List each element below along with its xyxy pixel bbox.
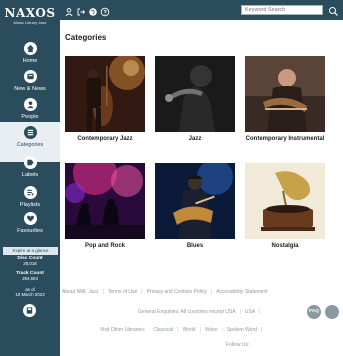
contact-icon[interactable] [325, 305, 339, 319]
disc-count-value: 28,018 [23, 261, 37, 266]
region-text: General Enquiries: All countries except … [138, 309, 236, 315]
accessibility-link[interactable]: Accessibility Statement [216, 289, 267, 295]
category-card-jazz[interactable]: Jazz [155, 56, 235, 143]
footer-region: General Enquiries: All countries except … [138, 309, 261, 315]
label-icon [23, 156, 37, 169]
naxos-logo[interactable]: NAXOS Music Library Jazz [3, 7, 57, 33]
footer-libraries: Visit Other Libraries: Classical | World | Vi… [100, 327, 263, 333]
help-icon[interactable] [100, 4, 110, 17]
category-card-nostalgia[interactable]: Nostalgia [245, 163, 325, 250]
category-name: Contemporary Jazz [77, 136, 133, 142]
logout-icon[interactable] [76, 4, 86, 16]
library-classical[interactable]: Classical [153, 327, 173, 333]
about-link[interactable]: About NML Jazz [62, 289, 99, 295]
jazz-image [155, 56, 235, 132]
nav-people-label: People [21, 114, 39, 120]
stats-date: as of 10 March 2023 [2, 287, 58, 297]
home-icon [23, 42, 37, 55]
category-card-contemporary-jazz[interactable]: Contemporary Jazz [65, 56, 145, 143]
nav-categories-label: Categories [16, 142, 44, 148]
track-count: Track Count 294,604 [2, 271, 58, 281]
category-name: Pop and Rock [84, 243, 125, 249]
nostalgia-image [245, 163, 325, 239]
category-card-contemporary-instrumental[interactable]: Contemporary Instrumental [245, 56, 325, 143]
category-name: Nostalgia [271, 243, 299, 249]
as-of-date: 10 March 2023 [15, 292, 45, 297]
terms-link[interactable]: Terms of Use [108, 289, 137, 295]
page-title: Categories [65, 33, 107, 42]
news-icon [23, 70, 37, 83]
faq-button[interactable]: FAQ [307, 305, 321, 319]
keyword-search-input[interactable] [241, 5, 323, 15]
contemporary-instrumental-image [245, 56, 325, 132]
libraries-label: Visit Other Libraries: [100, 327, 146, 333]
category-name: Contemporary Instrumental [245, 136, 325, 142]
category-card-pop-and-rock[interactable]: Pop and Rock [65, 163, 145, 250]
brand-name: NAXOS [4, 6, 56, 20]
globe-icon[interactable] [88, 4, 98, 16]
library-world[interactable]: World [183, 327, 196, 333]
category-name: Jazz [188, 136, 202, 142]
footer-links: About NML Jazz | Terms of Use | Privacy and … [62, 289, 268, 295]
brand-subtitle: Music Library Jazz [13, 20, 47, 25]
user-icon[interactable] [64, 4, 74, 17]
nav-favourites[interactable]: Favourites [0, 208, 60, 248]
follow-us: Follow Us: [226, 342, 250, 348]
search-icon[interactable] [328, 4, 339, 16]
usa-link[interactable]: USA [245, 309, 255, 315]
categories-icon [23, 126, 37, 139]
disc-count: Disc Count 28,018 [2, 256, 58, 266]
category-card-blues[interactable]: Blues [155, 163, 235, 250]
blues-image [155, 163, 235, 239]
nav-new-news-label: New & News [14, 86, 46, 92]
expire-at-a-glance[interactable]: Expire at a glance [3, 247, 58, 255]
category-name: Blues [186, 243, 204, 249]
top-bar [60, 0, 343, 20]
track-count-value: 294,604 [22, 276, 38, 281]
download-icon[interactable] [23, 304, 36, 317]
nav-home-label: Home [22, 58, 38, 64]
sidebar: NAXOS Music Library Jazz Home New & News… [0, 0, 60, 356]
person-icon [23, 98, 37, 111]
library-spoken-word[interactable]: Spoken Word [227, 327, 257, 333]
contemporary-jazz-image [65, 56, 145, 132]
privacy-link[interactable]: Privacy and Cookies Policy [147, 289, 207, 295]
nav-labels-label: Labels [21, 172, 39, 178]
heart-icon [23, 212, 37, 225]
library-video[interactable]: Video [205, 327, 218, 333]
pop-and-rock-image [65, 163, 145, 239]
playlist-icon [23, 186, 37, 199]
nav-favourites-label: Favourites [17, 228, 43, 234]
